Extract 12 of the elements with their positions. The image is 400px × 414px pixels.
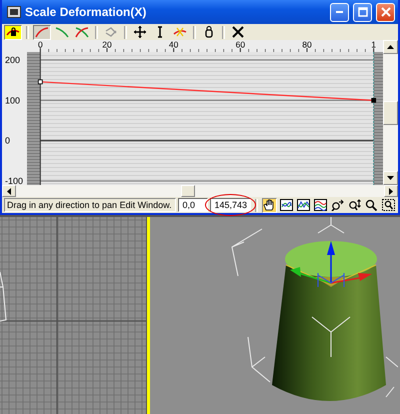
axis-label: 200 bbox=[5, 55, 20, 66]
axis-label: -100 bbox=[5, 176, 24, 185]
axis-label: 0 bbox=[38, 40, 43, 50]
axis-label: 40 bbox=[168, 40, 178, 50]
axis-label: 60 bbox=[236, 40, 246, 50]
axis-label: 1 bbox=[371, 40, 376, 50]
window-title: Scale Deformation(X) bbox=[25, 5, 146, 19]
axis-label: 100 bbox=[5, 95, 20, 106]
axis-label: 20 bbox=[102, 40, 112, 50]
axis-label: 0 bbox=[5, 136, 10, 146]
axis-label: 80 bbox=[302, 40, 312, 50]
status-message: Drag in any direction to pan Edit Window. bbox=[4, 198, 176, 212]
